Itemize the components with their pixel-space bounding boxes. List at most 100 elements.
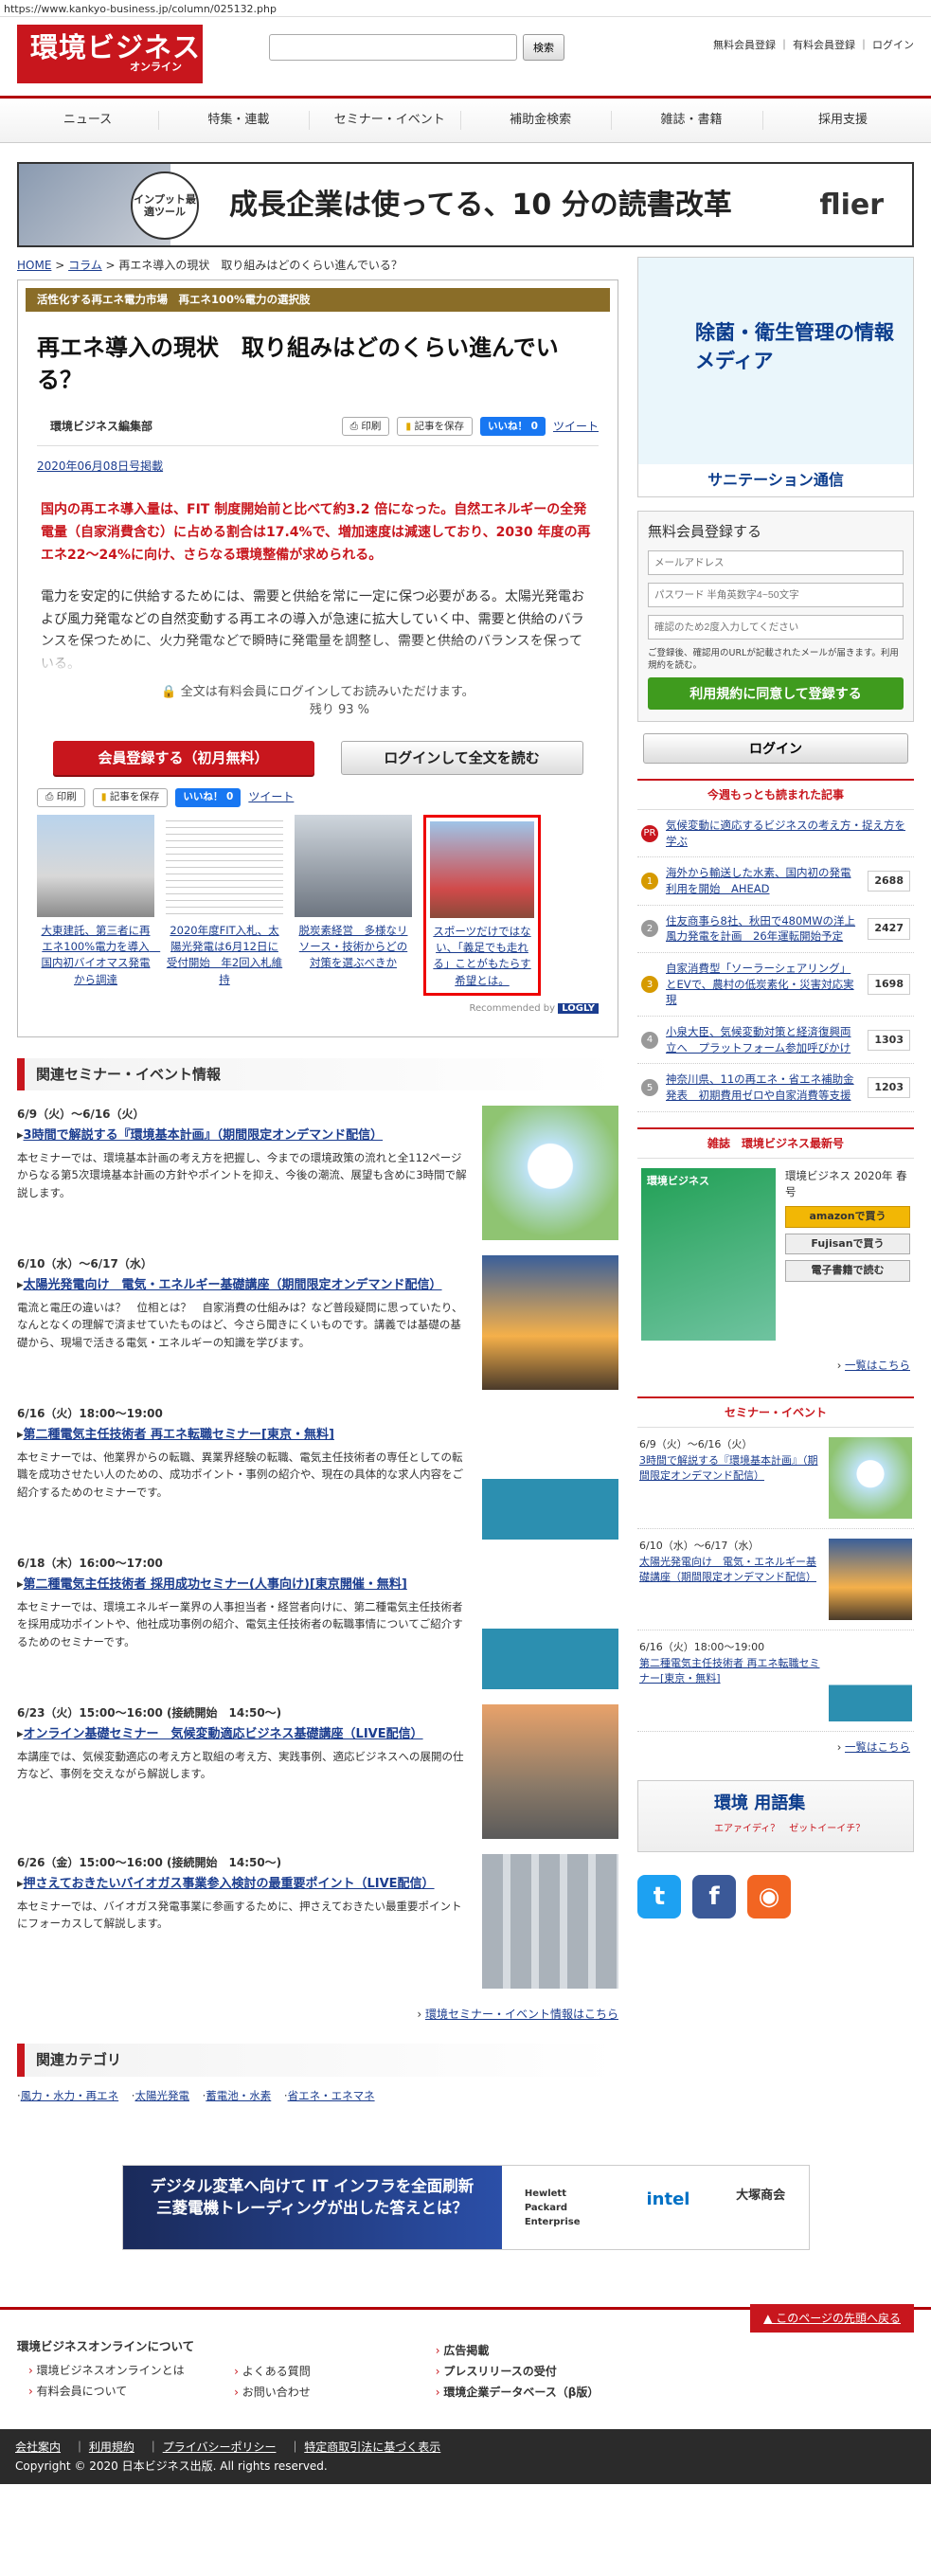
seminar-date: 6/10（水）～6/17（水）: [17, 1257, 152, 1271]
footer-link[interactable]: 環境企業データベース（β版）: [443, 2386, 599, 2399]
nav-news[interactable]: ニュース: [17, 111, 159, 130]
sidebar-seminar-link[interactable]: 3時間で解説する『環境基本計画』（期間限定オンデマンド配信）: [639, 1454, 818, 1483]
ebook-button[interactable]: 電子書籍で読む: [785, 1260, 910, 1282]
sidebar-ad-text: 除菌・衛生管理の情報メディア: [695, 321, 894, 373]
ranking-link[interactable]: 神奈川県、11の再エネ・省エネ補助金発表 初期費用ゼロや自家消費等支援: [666, 1072, 860, 1103]
print-button-bottom[interactable]: ⎙ 印刷: [37, 787, 85, 807]
hpe-logo: Hewlett Packard Enterprise: [524, 2188, 581, 2227]
footer-bar-link[interactable]: プライバシーポリシー: [163, 2441, 277, 2454]
free-register-link[interactable]: 無料会員登録: [713, 39, 776, 51]
magazine-issue: 環境ビジネス 2020年 春号: [785, 1168, 907, 1199]
twitter-icon[interactable]: t: [637, 1875, 681, 1919]
rss-icon[interactable]: ◉: [747, 1875, 791, 1919]
ranking-link[interactable]: 住友商事ら8社、秋田で480MWの洋上風力発電を計画 26年運転開始予定: [666, 913, 860, 945]
facebook-icon[interactable]: f: [692, 1875, 736, 1919]
seminar-image[interactable]: [482, 1555, 618, 1690]
email-field[interactable]: [648, 549, 904, 575]
nav-features[interactable]: 特集・連載: [168, 111, 311, 130]
seminar-image[interactable]: [482, 1854, 618, 1990]
login-cta-button[interactable]: ログインして全文を読む: [340, 740, 583, 775]
search-button[interactable]: 検索: [523, 34, 564, 61]
rec-link[interactable]: 大東建託、第三者に再エネ100%電力を導入 国内初バイオマス発電から調達: [42, 924, 161, 986]
footer-bar-link[interactable]: 特定商取引法に基づく表示: [304, 2441, 440, 2454]
sidebar-seminar-image[interactable]: [829, 1640, 912, 1722]
nav-seminars[interactable]: セミナー・イベント: [319, 111, 461, 130]
magazine-cover[interactable]: 環境ビジネス: [641, 1167, 776, 1341]
footer-link[interactable]: プレスリリースの受付: [443, 2365, 556, 2378]
save-button[interactable]: ▮ 記事を保存: [397, 417, 474, 437]
amazon-button[interactable]: amazonで買う: [785, 1206, 910, 1228]
tweet-link[interactable]: ツイート: [553, 418, 599, 435]
seminar-title-link[interactable]: 3時間で解説する『環境基本計画』（期間限定オンデマンド配信）: [24, 1128, 384, 1143]
rec-item-highlighted[interactable]: スポーツだけではない、「義足でも走れる」ことがもたらす希望とは。: [423, 814, 541, 996]
rec-item[interactable]: 2020年度FIT入札、太陽光発電は6月12日に受付開始 年2回入札維持: [166, 814, 283, 996]
footer-bar-link[interactable]: 利用規約: [89, 2441, 134, 2454]
footer-link[interactable]: お問い合わせ: [242, 2386, 311, 2399]
like-button-bottom[interactable]: いいね！ 0: [175, 787, 242, 807]
rec-link[interactable]: 脱炭素経営 多様なリソース・技術からどの対策を選ぶべきか: [299, 924, 408, 970]
sidebar-seminars-more-link[interactable]: 一覧はこちら: [845, 1740, 910, 1754]
sidebar-seminar-link[interactable]: 太陽光発電向け 電気・エネルギー基礎講座（期間限定オンデマンド配信）: [639, 1556, 816, 1584]
glossary-banner[interactable]: 環境 用語集 エアァイディ？ ゼットイーイチ？: [637, 1780, 914, 1853]
nav-magazine[interactable]: 雑誌・書籍: [621, 111, 763, 130]
register-cta-button[interactable]: 会員登録する（初月無料）: [52, 740, 314, 775]
byline: 環境ビジネス編集部 ⎙ 印刷 ▮ 記事を保存 いいね！ 0 ツイート: [37, 404, 599, 447]
nav-recruit[interactable]: 採用支援: [772, 111, 914, 130]
seminar-title-link[interactable]: 太陽光発電向け 電気・エネルギー基礎講座（期間限定オンデマンド配信）: [24, 1278, 442, 1292]
paid-register-link[interactable]: 有料会員登録: [793, 39, 855, 51]
issue-date-link[interactable]: 2020年06月08日号掲載: [37, 459, 163, 473]
copyright: Copyright © 2020 日本ビジネス出版. All rights re…: [15, 2459, 328, 2474]
fujisan-button[interactable]: Fujisanで買う: [785, 1233, 910, 1255]
seminar-image[interactable]: [482, 1405, 618, 1540]
bottom-banner-ad[interactable]: デジタル変革へ向けて IT インフラを全面刷新 三菱電機トレーディングが出した答…: [121, 2165, 810, 2251]
sidebar-seminar-image[interactable]: [829, 1437, 912, 1520]
back-to-top-button[interactable]: ▲ このページの先頭へ戻る: [750, 2304, 914, 2333]
breadcrumb-home[interactable]: HOME: [17, 259, 51, 272]
register-submit-button[interactable]: 利用規約に同意して登録する: [648, 677, 904, 711]
rec-item[interactable]: 大東建託、第三者に再エネ100%電力を導入 国内初バイオマス発電から調達: [37, 814, 160, 996]
seminar-image[interactable]: [482, 1106, 618, 1241]
top-banner-ad[interactable]: インプット最適ツール 成長企業は使ってる、10 分の読書改革 flier: [17, 162, 914, 247]
login-link[interactable]: ログイン: [872, 39, 914, 51]
rec-link[interactable]: スポーツだけではない、「義足でも走れる」ことがもたらす希望とは。: [433, 925, 530, 987]
seminar-image[interactable]: [482, 1704, 618, 1840]
footer-link[interactable]: 広告掲載: [443, 2344, 489, 2357]
ranking-link[interactable]: 小泉大臣、気候変動対策と経済復興両立へ プラットフォーム参加呼びかけ: [666, 1024, 860, 1055]
seminar-image[interactable]: [482, 1255, 618, 1391]
password-confirm-field[interactable]: [648, 614, 904, 639]
register-note: ご登録後、確認用のURLが記載されたメールが届きます。利用規約を読む。: [648, 647, 899, 671]
seminar-title-link[interactable]: 第二種電気主任技術者 再エネ転職セミナー[東京・無料]: [24, 1428, 334, 1442]
password-field[interactable]: [648, 582, 904, 607]
category-link[interactable]: 太陽光発電: [134, 2089, 189, 2102]
category-link[interactable]: 蓄電池・水素: [206, 2089, 271, 2102]
footer-link[interactable]: よくある質問: [242, 2365, 311, 2378]
ranking-link[interactable]: 海外から輸送した水素、国内初の発電利用を開始 AHEAD: [666, 865, 860, 896]
site-logo[interactable]: 環境ビジネス オンライン: [17, 25, 203, 83]
ranking-link[interactable]: 気候変動に適応するビジネスの考え方・捉え方を学ぶ: [666, 818, 910, 849]
breadcrumb: HOME > コラム > 再エネ導入の現状 取り組みはどのくらい進んでいる？: [17, 259, 403, 272]
rec-item[interactable]: 脱炭素経営 多様なリソース・技術からどの対策を選ぶべきか: [295, 814, 412, 996]
magazine-more-link[interactable]: 一覧はこちら: [845, 1359, 910, 1372]
footer-bar-link[interactable]: 会社案内: [15, 2441, 61, 2454]
seminar-title-link[interactable]: オンライン基礎セミナー 気候変動適応ビジネス基礎講座（LIVE配信）: [24, 1727, 423, 1741]
like-button[interactable]: いいね！ 0: [480, 417, 546, 437]
ranking-link[interactable]: 自家消費型「ソーラーシェアリング」とEVで、農村の低炭素化・災害対応実現: [666, 961, 860, 1008]
footer-link[interactable]: 有料会員について: [37, 2385, 128, 2398]
category-link[interactable]: 風力・水力・再エネ: [21, 2089, 119, 2102]
rec-link[interactable]: 2020年度FIT入札、太陽光発電は6月12日に受付開始 年2回入札維持: [167, 924, 282, 986]
sidebar-seminar-link[interactable]: 第二種電気主任技術者 再エネ転職セミナー[東京・無料]: [639, 1657, 820, 1685]
nav-subsidy[interactable]: 補助金検索: [470, 111, 613, 130]
seminar-title-link[interactable]: 押さえておきたいバイオガス事業参入検討の最重要ポイント（LIVE配信）: [24, 1877, 435, 1891]
breadcrumb-column[interactable]: コラム: [68, 259, 102, 272]
sidebar-login-button[interactable]: ログイン: [643, 733, 908, 765]
print-button[interactable]: ⎙ 印刷: [341, 417, 390, 437]
search-input[interactable]: [269, 34, 517, 61]
save-button-bottom[interactable]: ▮ 記事を保存: [92, 787, 169, 807]
footer-link[interactable]: 環境ビジネスオンラインとは: [37, 2364, 185, 2377]
tweet-link-bottom[interactable]: ツイート: [248, 788, 294, 807]
sidebar-seminar-image[interactable]: [829, 1539, 912, 1621]
seminar-title-link[interactable]: 第二種電気主任技術者 採用成功セミナー(人事向け)[東京開催・無料]: [24, 1577, 407, 1592]
category-link[interactable]: 省エネ・エネマネ: [288, 2089, 375, 2102]
sidebar-ad[interactable]: 除菌・衛生管理の情報メディア サニテーション通信: [637, 257, 914, 497]
seminars-more-link[interactable]: 環境セミナー・イベント情報はこちら: [425, 2008, 618, 2021]
